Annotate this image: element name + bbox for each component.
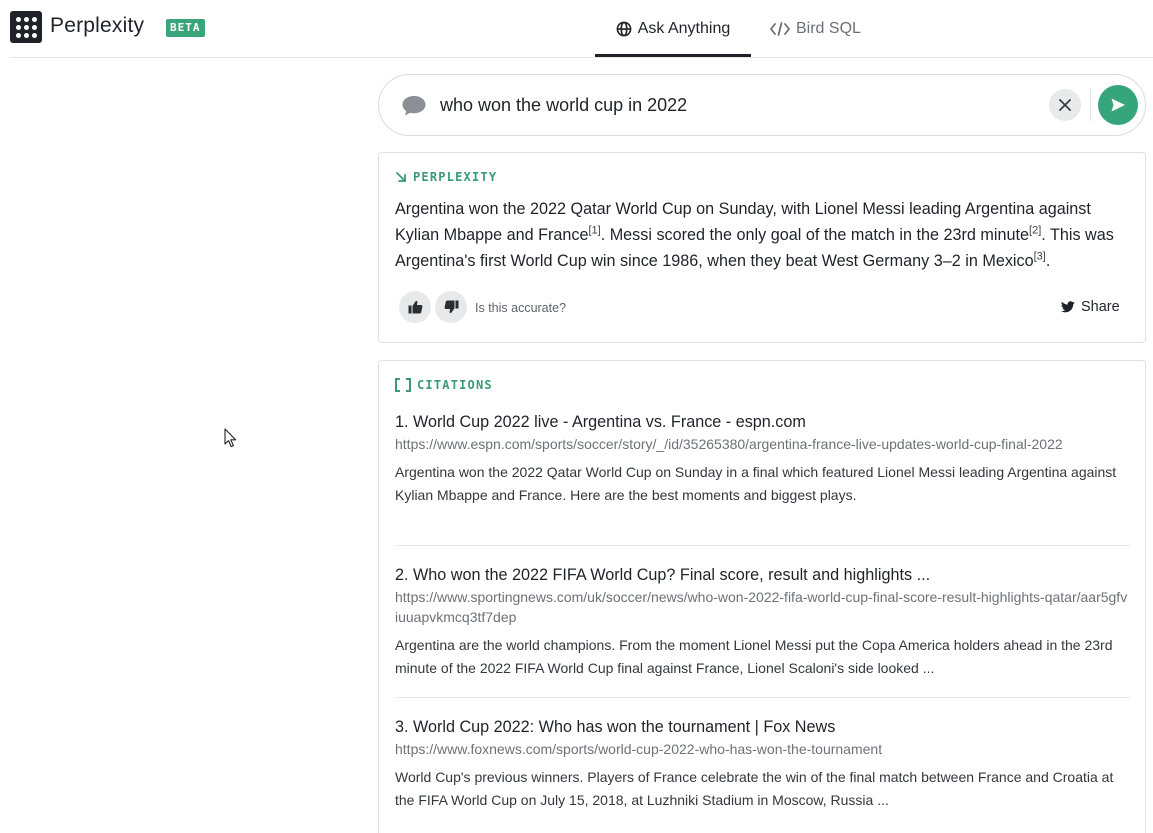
answer-sentence: . Messi scored the only goal of the matc… bbox=[600, 226, 1030, 244]
citation-title[interactable]: 2. Who won the 2022 FIFA World Cup? Fina… bbox=[395, 565, 1130, 585]
citation-title[interactable]: 3. World Cup 2022: Who has won the tourn… bbox=[395, 717, 1130, 737]
citation-title[interactable]: 1. World Cup 2022 live - Argentina vs. F… bbox=[395, 412, 1130, 432]
send-icon bbox=[1111, 98, 1125, 112]
citation-divider bbox=[395, 697, 1130, 698]
citation-url[interactable]: https://www.foxnews.com/sports/world-cup… bbox=[395, 739, 1130, 759]
citation-url[interactable]: https://www.espn.com/sports/soccer/story… bbox=[395, 434, 1130, 454]
answer-section-label: PERPLEXITY bbox=[395, 170, 497, 184]
answer-text: Argentina won the 2022 Qatar World Cup o… bbox=[395, 196, 1135, 274]
thumbs-up-icon bbox=[408, 300, 422, 314]
citations-section-label: CITATIONS bbox=[395, 378, 493, 392]
citation-divider bbox=[395, 545, 1130, 546]
citation-item: 3. World Cup 2022: Who has won the tourn… bbox=[395, 717, 1130, 812]
answer-label-text: PERPLEXITY bbox=[413, 170, 498, 184]
search-input[interactable] bbox=[440, 95, 1020, 116]
citations-label-text: CITATIONS bbox=[417, 378, 493, 392]
citations-card: CITATIONS 1. World Cup 2022 live - Argen… bbox=[378, 360, 1146, 833]
submit-button[interactable] bbox=[1098, 85, 1138, 125]
twitter-icon bbox=[1061, 301, 1075, 313]
accuracy-prompt: Is this accurate? bbox=[475, 301, 567, 315]
citation-snippet: Argentina won the 2022 Qatar World Cup o… bbox=[395, 464, 1117, 503]
tab-ask-anything-label: Ask Anything bbox=[637, 19, 731, 37]
brand-name[interactable]: Perplexity bbox=[50, 14, 144, 38]
beta-badge: BETA bbox=[166, 19, 205, 37]
tab-bird-sql[interactable]: Bird SQL bbox=[770, 0, 861, 57]
mouse-cursor-icon bbox=[224, 428, 237, 453]
brackets-icon bbox=[395, 378, 411, 392]
citation-item: 2. Who won the 2022 FIFA World Cup? Fina… bbox=[395, 565, 1130, 680]
grid-logo-icon[interactable] bbox=[10, 11, 42, 43]
thumbs-up-button[interactable] bbox=[399, 291, 431, 323]
arrow-down-right-icon bbox=[395, 171, 407, 183]
search-bar bbox=[378, 74, 1146, 136]
citation-snippet: Argentina are the world champions. From … bbox=[395, 637, 1113, 676]
share-label: Share bbox=[1081, 299, 1120, 315]
citation-item: 1. World Cup 2022 live - Argentina vs. F… bbox=[395, 412, 1130, 507]
citation-url[interactable]: https://www.sportingnews.com/uk/soccer/n… bbox=[395, 587, 1130, 627]
citation-snippet: World Cup's previous winners. Players of… bbox=[395, 769, 1114, 808]
answer-sentence: . bbox=[1045, 252, 1051, 270]
citation-ref-3[interactable]: [3] bbox=[1034, 251, 1046, 263]
tab-bird-sql-label: Bird SQL bbox=[796, 19, 861, 37]
top-bar: Perplexity BETA Ask Anything Bird SQL bbox=[10, 0, 1153, 58]
share-button[interactable]: Share bbox=[1061, 299, 1120, 315]
tab-ask-anything[interactable]: Ask Anything bbox=[595, 0, 751, 57]
thumbs-down-button[interactable] bbox=[435, 291, 467, 323]
search-divider bbox=[1090, 89, 1091, 121]
close-icon bbox=[1059, 99, 1071, 111]
citation-ref-2[interactable]: [2] bbox=[1029, 225, 1041, 237]
answer-card: PERPLEXITY Argentina won the 2022 Qatar … bbox=[378, 152, 1146, 343]
clear-search-button[interactable] bbox=[1049, 89, 1081, 121]
globe-icon bbox=[616, 21, 632, 37]
thumbs-down-icon bbox=[444, 300, 458, 314]
code-icon bbox=[770, 21, 790, 37]
citation-ref-1[interactable]: [1] bbox=[588, 225, 600, 237]
chat-bubble-icon bbox=[401, 95, 427, 122]
